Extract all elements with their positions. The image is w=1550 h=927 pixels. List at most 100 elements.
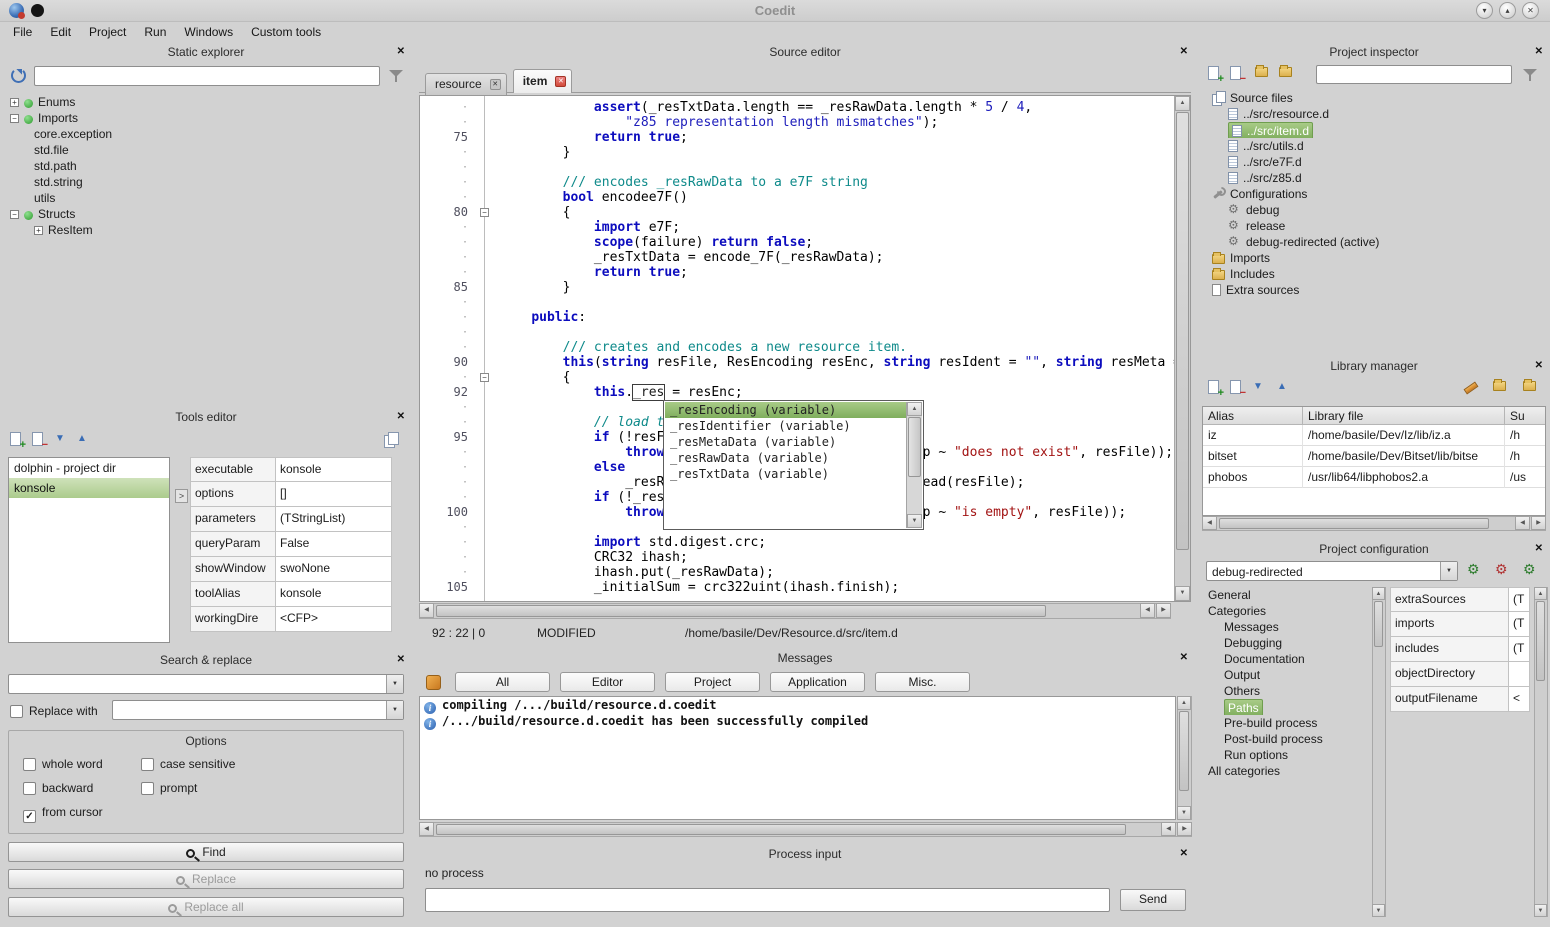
completion-item[interactable]: _resEncoding (variable) xyxy=(665,402,906,418)
property-value[interactable]: (T xyxy=(1509,588,1529,611)
library-row[interactable]: phobos/usr/lib64/libphobos2.a/us xyxy=(1203,467,1545,488)
configuration-select[interactable]: debug-redirected ▼ xyxy=(1206,561,1458,581)
scroll-up-icon[interactable]: ▲ xyxy=(1175,96,1190,111)
editor-foldcol[interactable]: −− xyxy=(478,96,492,601)
fold-marker[interactable]: − xyxy=(480,208,489,217)
tree-item[interactable]: std.path xyxy=(4,158,408,174)
inspector-item[interactable]: Source files xyxy=(1202,90,1546,106)
checkbox-case-sensitive[interactable]: case sensitive xyxy=(141,757,235,781)
replace-all-button[interactable]: Replace all xyxy=(8,897,404,917)
move-up-button[interactable] xyxy=(74,431,91,448)
maximize-button[interactable]: ▴ xyxy=(1499,2,1516,19)
add-folder-button[interactable] xyxy=(1254,63,1271,80)
send-button[interactable]: Send xyxy=(1120,889,1186,911)
scroll-up-icon[interactable]: ▲ xyxy=(1177,696,1191,710)
scroll-up-icon[interactable]: ▲ xyxy=(1534,587,1547,600)
dropdown-icon[interactable]: ▼ xyxy=(1440,562,1457,580)
scrollbar-thumb[interactable] xyxy=(436,605,1046,617)
clone-tool-button[interactable] xyxy=(383,431,400,448)
menu-item-file[interactable]: File xyxy=(4,22,41,42)
completion-item[interactable]: _resRawData (variable) xyxy=(665,450,906,466)
scrollbar-thumb[interactable] xyxy=(908,417,921,477)
refresh-icon[interactable] xyxy=(11,68,26,83)
messages-hscrollbar[interactable]: ◀ ◀ ▶ xyxy=(419,822,1192,837)
menu-item-custom-tools[interactable]: Custom tools xyxy=(242,22,330,42)
tree-expander-icon[interactable]: − xyxy=(10,210,19,219)
tree-item[interactable]: std.file xyxy=(4,142,408,158)
open-library-button[interactable] xyxy=(1522,377,1539,394)
scroll-up-icon[interactable]: ▲ xyxy=(1372,587,1385,600)
category-item[interactable]: Paths xyxy=(1200,699,1372,715)
messages-filter-application[interactable]: Application xyxy=(770,672,865,692)
message-category-icon[interactable] xyxy=(426,675,441,690)
category-item[interactable]: Post-build process xyxy=(1200,731,1372,747)
inspector-item[interactable]: release xyxy=(1202,218,1546,234)
scroll-right-icon[interactable]: ▶ xyxy=(1177,822,1192,836)
config-vscrollbar[interactable]: ▲ ▼ xyxy=(1534,587,1548,917)
add-source-button[interactable] xyxy=(1206,65,1223,82)
menu-item-edit[interactable]: Edit xyxy=(41,22,80,42)
dropdown-icon[interactable]: ▼ xyxy=(386,675,403,693)
move-down-button[interactable] xyxy=(52,431,69,448)
tree-item[interactable]: −Imports xyxy=(4,110,408,126)
splitter-toggle[interactable]: > xyxy=(175,489,188,503)
close-panel-icon[interactable]: ✕ xyxy=(1535,543,1543,554)
editor-vscrollbar[interactable]: ▲ ▼ xyxy=(1174,96,1190,601)
process-input-field[interactable] xyxy=(425,888,1110,912)
find-button[interactable]: Find xyxy=(8,842,404,862)
scrollbar-thumb[interactable] xyxy=(436,824,1126,835)
move-up-button[interactable] xyxy=(1274,379,1291,396)
scroll-up-icon[interactable]: ▲ xyxy=(907,402,922,416)
category-item[interactable]: Output xyxy=(1200,667,1372,683)
filter-icon[interactable] xyxy=(388,68,404,84)
editor-gutter[interactable]: ··75····80····85····90·92··95····100····… xyxy=(420,96,478,601)
column-header[interactable]: Su xyxy=(1505,407,1546,425)
category-item[interactable]: Others xyxy=(1200,683,1372,699)
messages-filter-editor[interactable]: Editor xyxy=(560,672,655,692)
filter-icon[interactable] xyxy=(1522,67,1538,83)
close-panel-icon[interactable]: ✕ xyxy=(1180,652,1188,663)
property-value[interactable]: (TStringList) xyxy=(276,507,391,531)
tree-item[interactable]: utils xyxy=(4,190,408,206)
inspector-item[interactable]: debug-redirected (active) xyxy=(1202,234,1546,250)
category-item[interactable]: Debugging xyxy=(1200,635,1372,651)
inspector-item[interactable]: ../src/utils.d xyxy=(1202,138,1546,154)
checkbox-whole-word[interactable]: whole word xyxy=(23,757,103,781)
scroll-right-icon[interactable]: ▶ xyxy=(1531,516,1546,530)
symbol-filter-input[interactable] xyxy=(34,66,380,86)
category-item[interactable]: Messages xyxy=(1200,619,1372,635)
inspector-item[interactable]: Includes xyxy=(1202,266,1546,282)
scroll-left-icon[interactable]: ◀ xyxy=(1515,516,1530,530)
clone-configuration-button[interactable] xyxy=(1522,562,1539,579)
category-item[interactable]: Documentation xyxy=(1200,651,1372,667)
titlebar[interactable]: Coedit ▾ ▴ ✕ xyxy=(0,0,1550,22)
categories-scrollbar[interactable]: ▲ ▼ xyxy=(1372,587,1386,917)
tree-expander-icon[interactable]: − xyxy=(10,114,19,123)
remove-tool-button[interactable] xyxy=(30,431,47,448)
tree-expander-icon[interactable]: + xyxy=(34,226,43,235)
search-term-combo[interactable]: ▼ xyxy=(8,674,404,694)
register-folder-button[interactable] xyxy=(1492,377,1509,394)
tab-resource[interactable]: resource✕ xyxy=(425,73,507,95)
tree-item[interactable]: std.string xyxy=(4,174,408,190)
scroll-down-icon[interactable]: ▼ xyxy=(907,514,922,528)
property-value[interactable]: False xyxy=(276,532,391,556)
property-value[interactable]: swoNone xyxy=(276,557,391,581)
messages-filter-all[interactable]: All xyxy=(455,672,550,692)
inspector-item[interactable]: Imports xyxy=(1202,250,1546,266)
library-hscrollbar[interactable]: ◀ ◀ ▶ xyxy=(1202,516,1546,531)
remove-source-button[interactable] xyxy=(1228,65,1245,82)
close-panel-icon[interactable]: ✕ xyxy=(397,411,405,422)
scrollbar-thumb[interactable] xyxy=(1179,711,1189,791)
menu-item-run[interactable]: Run xyxy=(135,22,175,42)
scroll-down-icon[interactable]: ▼ xyxy=(1372,904,1385,917)
category-item[interactable]: Categories xyxy=(1200,603,1372,619)
tree-item[interactable]: +ResItem xyxy=(4,222,408,238)
tab-close-icon[interactable]: ✕ xyxy=(490,79,501,90)
column-header[interactable]: Alias xyxy=(1203,407,1303,425)
property-value[interactable] xyxy=(1509,662,1529,686)
tree-expander-icon[interactable]: + xyxy=(10,98,19,107)
column-header[interactable]: Library file xyxy=(1303,407,1505,425)
library-row[interactable]: bitset/home/basile/Dev/Bitset/lib/bitse/… xyxy=(1203,446,1545,467)
scrollbar-thumb[interactable] xyxy=(1536,601,1545,681)
